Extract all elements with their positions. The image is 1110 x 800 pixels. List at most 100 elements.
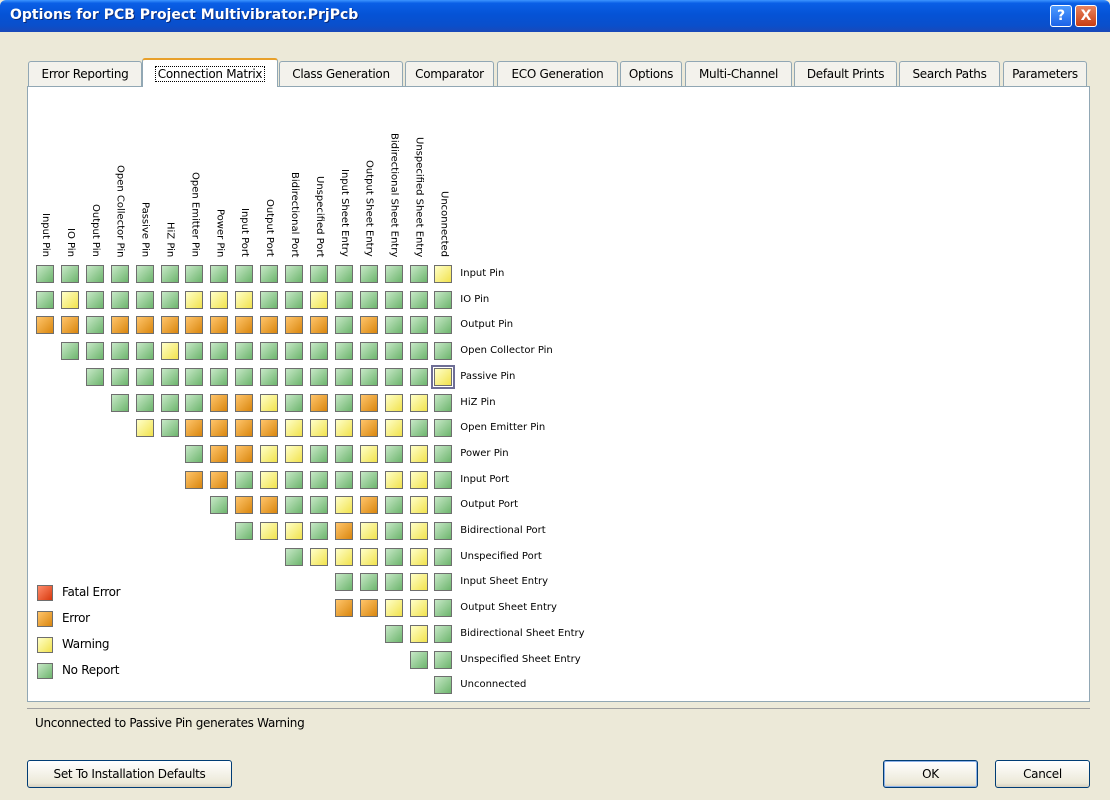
matrix-cell[interactable] [434,444,453,463]
matrix-cell[interactable] [185,316,204,335]
matrix-cell[interactable] [409,496,428,515]
matrix-cell[interactable] [285,393,303,412]
matrix-cell[interactable] [235,265,254,283]
matrix-cell[interactable] [334,393,353,412]
matrix-cell[interactable] [359,419,378,438]
matrix-cell[interactable] [384,342,403,361]
matrix-cell[interactable] [210,342,229,361]
close-button[interactable]: X [1075,5,1097,27]
matrix-cell[interactable] [434,265,453,283]
matrix-cell[interactable] [260,522,279,540]
matrix-cell[interactable] [359,522,378,540]
matrix-cell[interactable] [60,290,79,309]
matrix-cell[interactable] [384,624,403,643]
matrix-cell[interactable] [36,265,54,283]
tab-search-paths[interactable]: Search Paths [899,61,1000,86]
matrix-cell[interactable] [285,419,303,438]
matrix-cell[interactable] [36,290,54,309]
matrix-cell[interactable] [160,290,179,309]
matrix-cell[interactable] [334,290,353,309]
matrix-cell[interactable] [409,522,428,540]
matrix-cell[interactable] [309,444,328,463]
matrix-cell[interactable] [285,496,303,515]
matrix-cell[interactable] [434,316,453,335]
matrix-cell[interactable] [235,367,254,386]
matrix-cell[interactable] [434,599,453,618]
matrix-cell[interactable] [285,367,303,386]
matrix-cell[interactable] [334,316,353,335]
cancel-button[interactable]: Cancel [995,760,1090,788]
matrix-cell[interactable] [384,470,403,489]
tab-connection-matrix[interactable]: Connection Matrix [142,58,278,87]
matrix-cell[interactable] [359,367,378,386]
matrix-cell[interactable] [110,290,129,309]
matrix-cell[interactable] [185,393,204,412]
matrix-cell[interactable] [210,419,229,438]
matrix-cell[interactable] [409,342,428,361]
matrix-cell[interactable] [135,342,154,361]
tab-options[interactable]: Options [620,61,682,86]
matrix-cell[interactable] [334,547,353,566]
matrix-cell[interactable] [359,547,378,566]
matrix-cell[interactable] [384,290,403,309]
matrix-cell[interactable] [210,367,229,386]
matrix-cell[interactable] [359,265,378,283]
matrix-cell[interactable] [210,290,229,309]
matrix-cell[interactable] [359,599,378,618]
matrix-cell[interactable] [434,522,453,540]
matrix-cell[interactable] [384,316,403,335]
matrix-cell[interactable] [434,676,453,695]
matrix-cell[interactable] [235,342,254,361]
matrix-cell[interactable] [85,316,104,335]
matrix-cell[interactable] [434,342,453,361]
matrix-cell[interactable] [160,367,179,386]
matrix-cell[interactable] [384,547,403,566]
tab-comparator[interactable]: Comparator [405,61,494,86]
matrix-cell[interactable] [334,367,353,386]
matrix-cell[interactable] [135,367,154,386]
matrix-cell[interactable] [135,419,154,438]
matrix-cell[interactable] [409,624,428,643]
matrix-cell[interactable] [384,367,403,386]
matrix-cell[interactable] [384,419,403,438]
matrix-cell[interactable] [260,367,279,386]
set-defaults-button[interactable]: Set To Installation Defaults [27,760,232,788]
matrix-cell[interactable] [110,367,129,386]
matrix-cell[interactable] [384,522,403,540]
matrix-cell[interactable] [285,265,303,283]
matrix-cell[interactable] [431,364,456,389]
matrix-cell[interactable] [384,393,403,412]
matrix-cell[interactable] [235,470,254,489]
matrix-cell[interactable] [135,393,154,412]
matrix-cell[interactable] [384,444,403,463]
matrix-cell[interactable] [160,265,179,283]
matrix-cell[interactable] [260,342,279,361]
matrix-cell[interactable] [235,444,254,463]
matrix-cell[interactable] [235,393,254,412]
matrix-cell[interactable] [409,547,428,566]
matrix-cell[interactable] [434,419,453,438]
matrix-cell[interactable] [260,419,279,438]
matrix-cell[interactable] [210,393,229,412]
matrix-cell[interactable] [210,444,229,463]
matrix-cell[interactable] [260,393,279,412]
matrix-cell[interactable] [359,393,378,412]
matrix-cell[interactable] [359,342,378,361]
matrix-cell[interactable] [309,265,328,283]
matrix-cell[interactable] [210,496,229,515]
matrix-cell[interactable] [309,419,328,438]
matrix-cell[interactable] [384,599,403,618]
matrix-cell[interactable] [309,470,328,489]
matrix-cell[interactable] [309,316,328,335]
matrix-cell[interactable] [359,470,378,489]
matrix-cell[interactable] [210,470,229,489]
matrix-cell[interactable] [434,624,453,643]
matrix-cell[interactable] [409,393,428,412]
matrix-cell[interactable] [309,393,328,412]
matrix-cell[interactable] [36,316,54,335]
matrix-cell[interactable] [409,470,428,489]
matrix-cell[interactable] [60,342,79,361]
matrix-cell[interactable] [185,367,204,386]
matrix-cell[interactable] [110,265,129,283]
matrix-cell[interactable] [359,316,378,335]
